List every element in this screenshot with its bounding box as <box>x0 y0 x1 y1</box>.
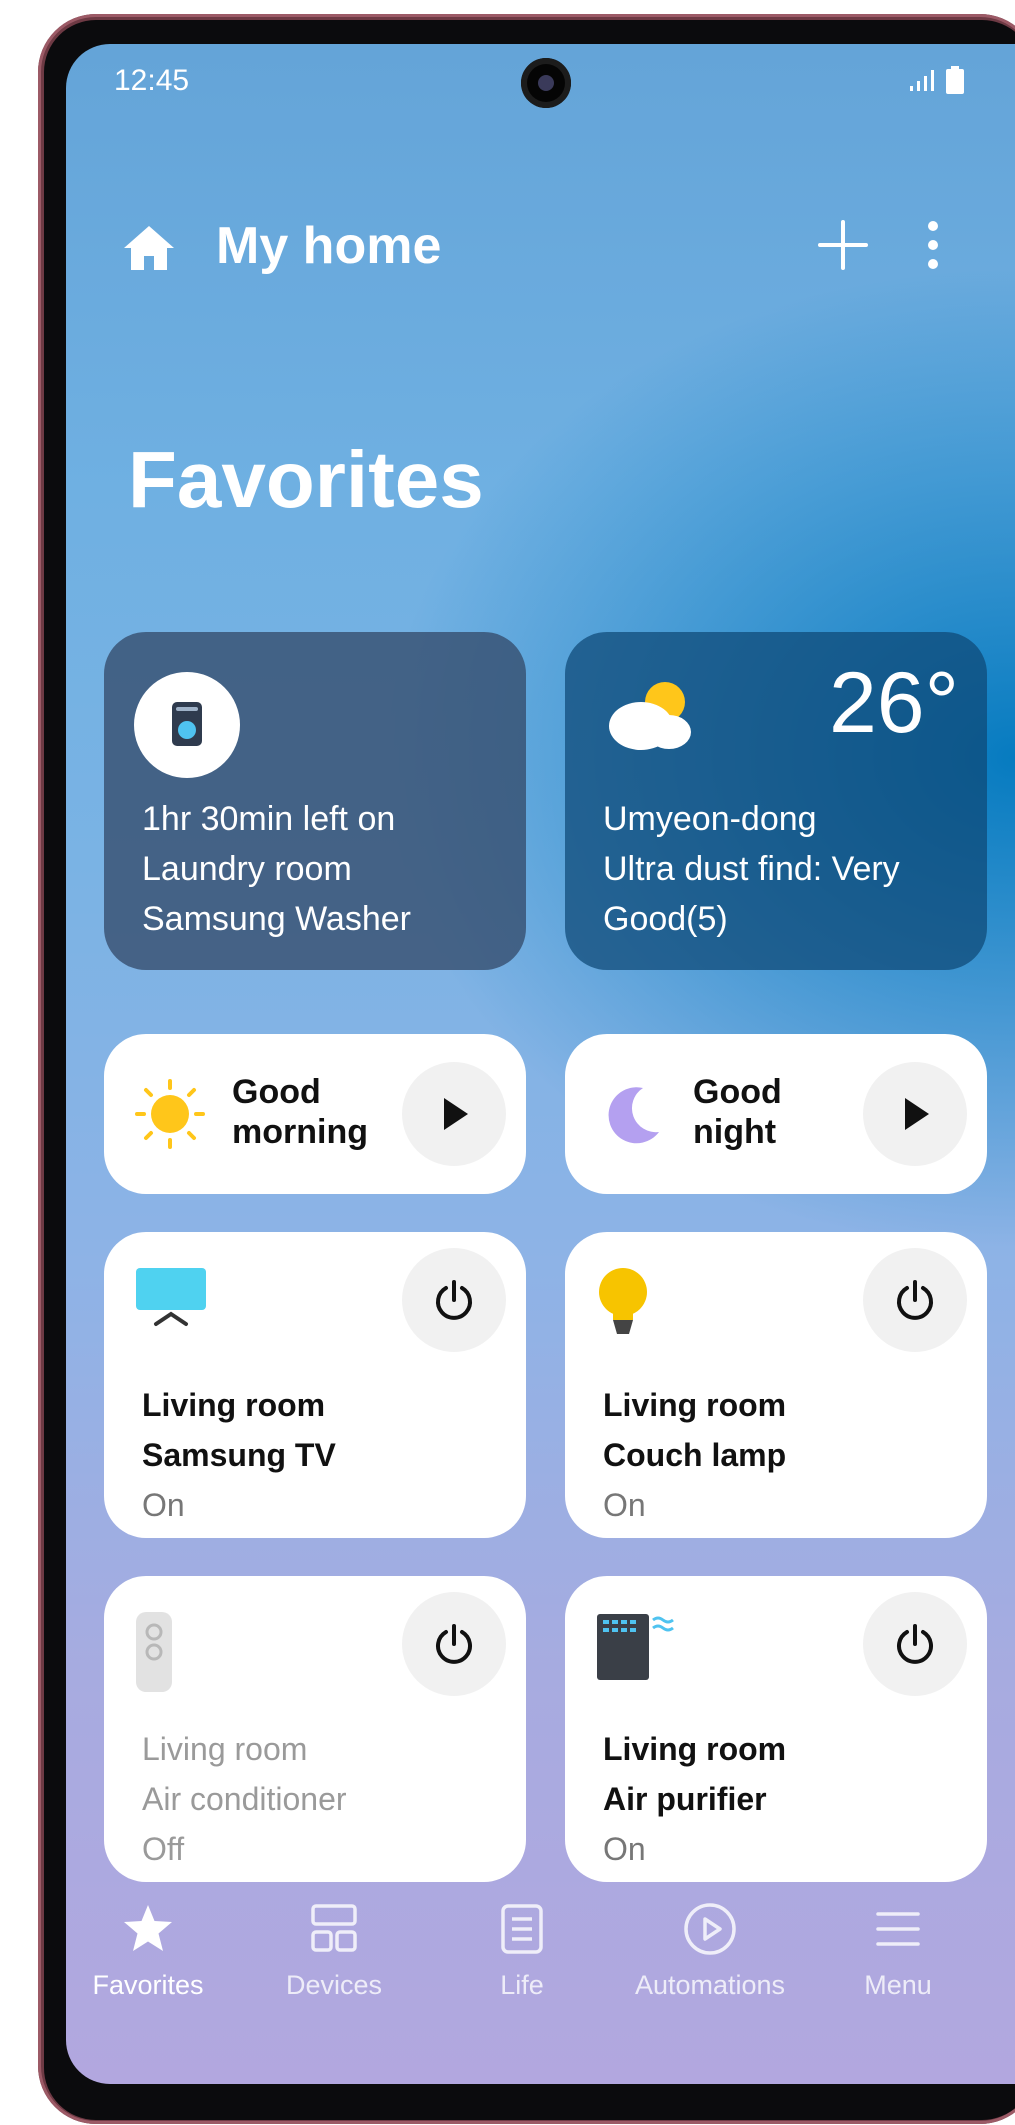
power-button[interactable] <box>863 1248 967 1352</box>
air-quality-line: Ultra dust find: Very <box>603 850 900 888</box>
device-state: On <box>142 1487 185 1523</box>
scene-good-night[interactable]: Good night <box>565 1034 987 1194</box>
device-room: Living room <box>603 1731 787 1767</box>
scene-label: Good night <box>693 1072 782 1152</box>
nav-devices[interactable]: Devices <box>244 1900 424 2001</box>
nav-label: Life <box>500 1970 544 2000</box>
power-icon <box>436 1624 472 1664</box>
nav-favorites[interactable]: Favorites <box>66 1900 238 2001</box>
section-heading: Favorites <box>128 435 484 524</box>
play-icon <box>905 1098 929 1130</box>
device-card-air-conditioner[interactable]: Living room Air conditioner Off <box>104 1576 526 1882</box>
status-bar: 12:45 <box>66 44 1015 114</box>
washer-status-text: 1hr 30min left on Laundry room Samsung W… <box>142 794 411 944</box>
star-icon <box>124 1905 172 1951</box>
play-button[interactable] <box>402 1062 506 1166</box>
nav-life[interactable]: Life <box>432 1900 612 2001</box>
sun-icon <box>135 1079 205 1149</box>
automations-icon <box>684 1903 736 1955</box>
device-state: On <box>603 1487 646 1523</box>
washer-status-card[interactable]: 1hr 30min left on Laundry room Samsung W… <box>104 632 526 970</box>
device-room: Living room <box>603 1387 787 1423</box>
moon-icon <box>608 1087 659 1144</box>
partly-cloudy-icon <box>609 682 691 750</box>
power-icon <box>436 1280 472 1320</box>
more-options-icon[interactable] <box>926 218 940 272</box>
air-quality-value-line: Good(5) <box>603 900 728 938</box>
device-card-couch-lamp[interactable]: Living room Couch lamp On <box>565 1232 987 1538</box>
scene-label-line2: night <box>693 1113 777 1151</box>
temperature-value: 26° <box>828 655 959 751</box>
washer-room-line: Laundry room <box>142 850 352 888</box>
device-room: Living room <box>142 1387 326 1423</box>
scene-label-line1: Good <box>693 1073 782 1111</box>
device-info: Living room Air purifier On <box>603 1724 786 1874</box>
app-header: My home <box>66 194 1015 294</box>
washer-icon-badge <box>134 672 240 778</box>
tv-icon <box>136 1268 206 1326</box>
device-state: Off <box>142 1831 185 1867</box>
play-icon <box>444 1098 468 1130</box>
power-button[interactable] <box>863 1592 967 1696</box>
scene-label: Good morning <box>232 1072 368 1152</box>
add-icon[interactable] <box>816 218 870 272</box>
front-camera <box>521 58 571 108</box>
battery-icon <box>946 66 964 94</box>
device-state: On <box>603 1831 646 1867</box>
device-info: Living room Air conditioner Off <box>142 1724 347 1874</box>
device-info: Living room Couch lamp On <box>603 1380 786 1530</box>
nav-label: Favorites <box>92 1970 204 2000</box>
weather-location-line: Umyeon-dong <box>603 800 817 838</box>
scene-label-line2: morning <box>232 1113 368 1151</box>
signal-icon <box>910 70 934 91</box>
device-room: Living room <box>142 1731 308 1767</box>
device-name: Air purifier <box>603 1781 767 1817</box>
scene-label-line1: Good <box>232 1073 321 1111</box>
device-card-samsung-tv[interactable]: Living room Samsung TV On <box>104 1232 526 1538</box>
device-name: Couch lamp <box>603 1437 787 1473</box>
device-name: Air conditioner <box>142 1781 347 1817</box>
power-button[interactable] <box>402 1592 506 1696</box>
device-name: Samsung TV <box>142 1437 336 1473</box>
bottom-navigation: Favorites Devices Life Automations Menu <box>66 1900 1015 2020</box>
page-title: My home <box>216 217 442 275</box>
nav-automations[interactable]: Automations <box>620 1900 800 2001</box>
air-purifier-icon <box>597 1614 674 1680</box>
air-conditioner-icon <box>136 1612 172 1692</box>
menu-icon <box>876 1912 920 1946</box>
scene-good-morning[interactable]: Good morning <box>104 1034 526 1194</box>
nav-label: Automations <box>634 1970 786 2000</box>
nav-menu[interactable]: Menu <box>808 1900 988 2001</box>
play-button[interactable] <box>863 1062 967 1166</box>
power-icon <box>897 1280 933 1320</box>
washer-device-line: Samsung Washer <box>142 900 411 938</box>
status-time: 12:45 <box>114 64 190 97</box>
power-icon <box>897 1624 933 1664</box>
nav-label: Devices <box>285 1970 383 2000</box>
weather-text: Umyeon-dong Ultra dust find: Very Good(5… <box>603 794 900 944</box>
weather-card[interactable]: 26° Umyeon-dong Ultra dust find: Very Go… <box>565 632 987 970</box>
home-icon <box>124 226 174 270</box>
washer-icon <box>172 702 202 746</box>
devices-icon <box>311 1904 357 1952</box>
power-button[interactable] <box>402 1248 506 1352</box>
app-screen: 12:45 My home Favorites 1hr 30min left o… <box>66 44 1015 2084</box>
device-card-air-purifier[interactable]: Living room Air purifier On <box>565 1576 987 1882</box>
washer-status-line: 1hr 30min left on <box>142 800 396 838</box>
device-info: Living room Samsung TV On <box>142 1380 336 1530</box>
life-icon <box>501 1904 543 1954</box>
lamp-icon <box>599 1268 647 1334</box>
nav-label: Menu <box>864 1970 932 2000</box>
